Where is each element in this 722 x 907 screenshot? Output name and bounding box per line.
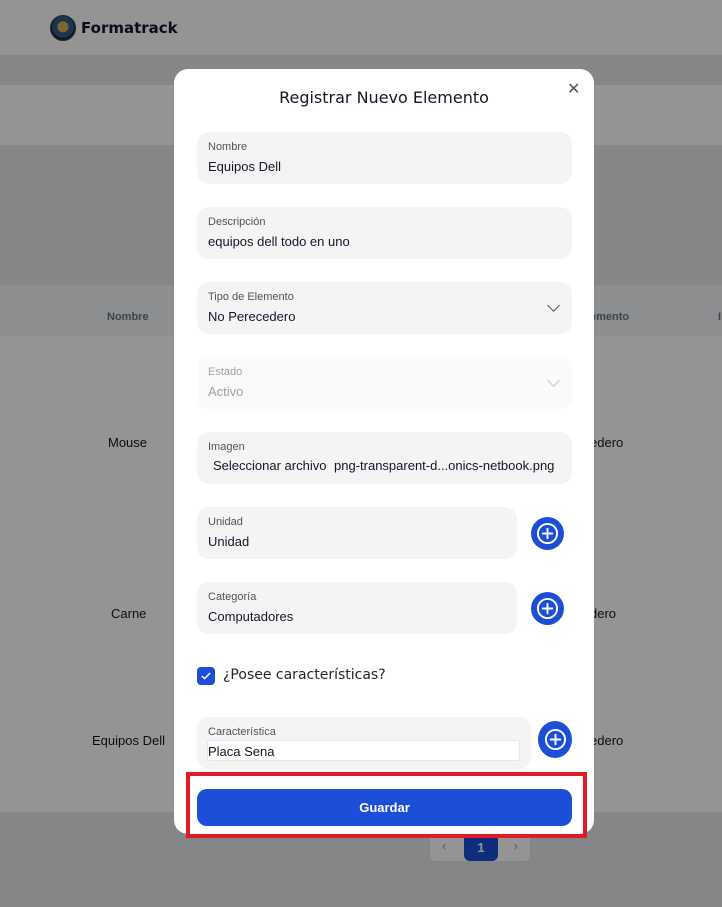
feature-input[interactable]: Placa Sena (207, 740, 520, 761)
description-field[interactable]: Descripción equipos dell todo en uno (197, 207, 572, 259)
selected-file-name: png-transparent-d...onics-netbook.png (334, 458, 555, 473)
feature-value: Placa Sena (208, 744, 275, 759)
category-field[interactable]: Categoría Computadores (197, 582, 517, 634)
status-select: Estado Activo (197, 357, 572, 409)
plus-circle-icon (536, 522, 559, 545)
close-icon[interactable]: ✕ (567, 79, 580, 99)
name-field[interactable]: Nombre Equipos Dell (197, 132, 572, 184)
plus-circle-icon (536, 597, 559, 620)
category-value: Computadores (208, 609, 294, 624)
add-category-button[interactable] (531, 592, 564, 625)
plus-circle-icon (544, 728, 566, 751)
image-field: Imagen Seleccionar archivo png-transpare… (197, 432, 572, 484)
unit-label: Unidad (208, 516, 243, 528)
description-label: Descripción (208, 216, 266, 228)
unit-field[interactable]: Unidad Unidad (197, 507, 517, 559)
checkmark-icon (201, 672, 211, 680)
highlight-box (186, 772, 587, 838)
image-label: Imagen (208, 441, 245, 453)
name-value[interactable]: Equipos Dell (208, 159, 281, 174)
has-features-label[interactable]: ¿Posee características? (223, 667, 386, 683)
modal-title: Registrar Nuevo Elemento (279, 88, 489, 107)
feature-label: Característica (208, 726, 276, 738)
add-unit-button[interactable] (531, 517, 564, 550)
register-element-modal: Registrar Nuevo Elemento ✕ Nombre Equipo… (174, 69, 594, 834)
status-label: Estado (208, 366, 243, 378)
feature-field[interactable]: Característica Placa Sena (197, 717, 531, 769)
has-features-checkbox[interactable] (197, 667, 215, 685)
chevron-down-icon (547, 374, 560, 387)
chevron-down-icon (547, 299, 560, 312)
choose-file-button[interactable]: Seleccionar archivo (213, 458, 326, 473)
element-type-value: No Perecedero (208, 309, 296, 324)
unit-value: Unidad (208, 534, 250, 549)
element-type-select[interactable]: Tipo de Elemento No Perecedero (197, 282, 572, 334)
status-value: Activo (208, 384, 244, 399)
category-label: Categoría (208, 591, 257, 603)
element-type-label: Tipo de Elemento (208, 291, 294, 303)
name-label: Nombre (208, 141, 248, 153)
description-value[interactable]: equipos dell todo en uno (208, 234, 350, 249)
add-feature-button[interactable] (538, 721, 572, 758)
